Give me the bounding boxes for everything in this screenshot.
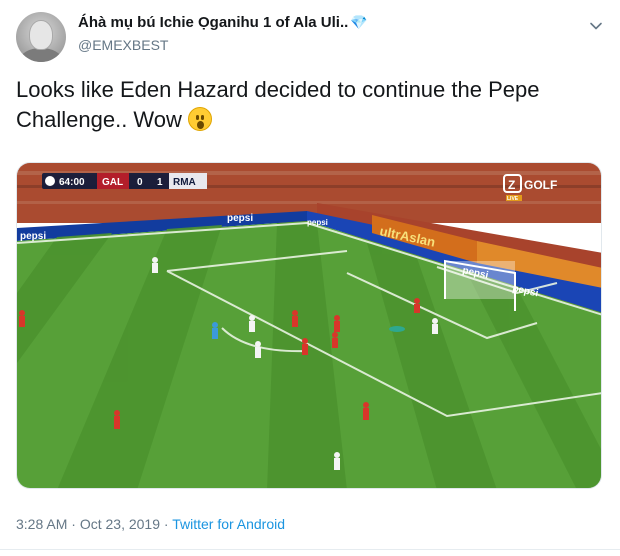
ad-pepsi-small: pepsi <box>307 218 328 227</box>
ad-pepsi-left: pepsi <box>20 231 46 242</box>
match-clock: 64:00 <box>59 177 85 188</box>
channel-mark: Z <box>508 178 515 192</box>
display-name-text: Áhà mụ bú Ichie Ọganihu 1 of Ala Uli.. <box>78 14 349 31</box>
divider <box>0 549 620 550</box>
tweet-time[interactable]: 3:28 AM <box>16 516 67 532</box>
scoreboard: 64:00 GAL 0 1 RMA <box>42 173 207 189</box>
tweet-text: Looks like Eden Hazard decided to contin… <box>16 75 606 135</box>
face-with-open-mouth-emoji <box>188 107 213 131</box>
chevron-down-icon[interactable] <box>588 18 604 34</box>
tweet-metadata: 3:28 AM · Oct 23, 2019 · Twitter for And… <box>16 516 285 532</box>
tweet-source-link[interactable]: Twitter for Android <box>172 516 285 532</box>
away-score: 1 <box>157 177 163 188</box>
channel-name: GOLF <box>524 178 557 192</box>
meta-separator: · <box>163 516 169 532</box>
tweet-media-image[interactable]: 64:00 GAL 0 1 RMA Z GOLF LIVE pepsi peps… <box>16 162 602 489</box>
avatar-body <box>20 48 62 62</box>
tweet-date[interactable]: Oct 23, 2019 <box>80 516 160 532</box>
avatar-face <box>29 20 53 50</box>
meta-separator: · <box>71 516 76 532</box>
away-team: RMA <box>173 177 196 188</box>
tweet-card: Áhà mụ bú Ichie Ọganihu 1 of Ala Uli.. 💎 … <box>0 0 620 556</box>
live-badge: LIVE <box>507 196 519 202</box>
football-match-frame: 64:00 GAL 0 1 RMA Z GOLF LIVE pepsi peps… <box>17 163 601 488</box>
ucl-logo-icon <box>45 176 55 186</box>
user-handle[interactable]: @EMEXBEST <box>78 37 168 53</box>
avatar[interactable] <box>16 12 66 62</box>
ad-pepsi-center: pepsi <box>227 213 253 224</box>
tweet-body: Looks like Eden Hazard decided to contin… <box>16 77 540 132</box>
gem-emoji: 💎 <box>350 14 368 30</box>
home-team: GAL <box>102 177 123 188</box>
home-score: 0 <box>137 177 143 188</box>
display-name[interactable]: Áhà mụ bú Ichie Ọganihu 1 of Ala Uli.. 💎 <box>78 14 368 31</box>
